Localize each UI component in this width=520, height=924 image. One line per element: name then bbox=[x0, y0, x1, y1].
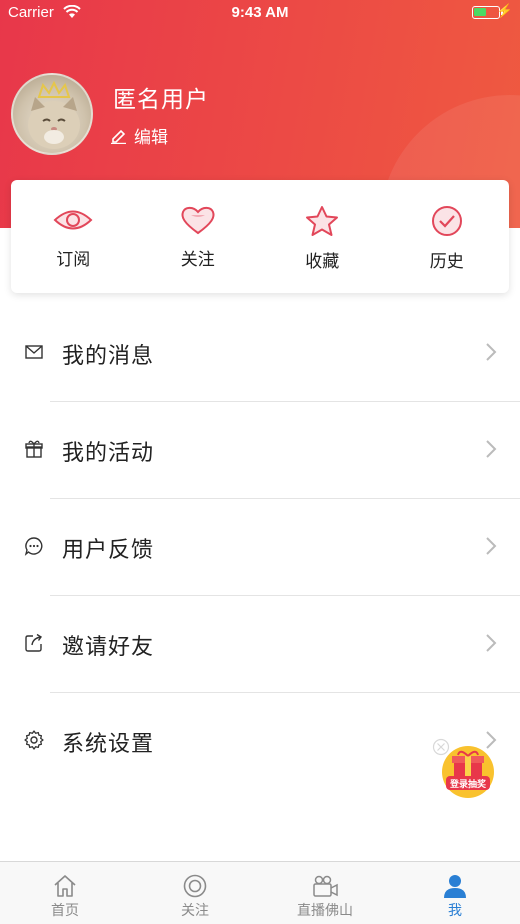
tab-label: 直播佛山 bbox=[297, 903, 353, 919]
menu-item-activities[interactable]: 我的活动 bbox=[0, 402, 520, 499]
cat-avatar-image bbox=[28, 80, 80, 149]
menu-item-label: 邀请好友 bbox=[62, 634, 155, 660]
menu-item-label: 我的活动 bbox=[62, 440, 155, 466]
tab-me[interactable]: 我 bbox=[390, 862, 520, 924]
tab-label: 我 bbox=[448, 903, 462, 919]
menu-item-label: 我的消息 bbox=[62, 343, 155, 369]
menu-item-messages[interactable]: 我的消息 bbox=[0, 305, 520, 402]
heart-icon bbox=[181, 206, 215, 235]
edit-profile-button[interactable]: 编辑 bbox=[110, 123, 168, 148]
chevron-right-icon bbox=[486, 634, 497, 652]
mail-icon bbox=[25, 345, 43, 359]
quick-action-favorites[interactable]: 收藏 bbox=[260, 180, 385, 293]
menu-item-label: 系统设置 bbox=[62, 731, 155, 757]
eye-icon bbox=[53, 210, 93, 230]
login-lottery-button[interactable]: 登录抽奖 bbox=[440, 744, 496, 800]
chevron-right-icon bbox=[486, 440, 497, 458]
tab-label: 关注 bbox=[181, 903, 209, 919]
quick-action-follow[interactable]: 关注 bbox=[136, 180, 261, 293]
quick-action-history[interactable]: 历史 bbox=[385, 180, 510, 293]
battery-icon bbox=[472, 6, 503, 19]
tab-bar: 首页 关注 直播佛山 我 bbox=[0, 861, 520, 924]
gift-box-icon bbox=[442, 746, 494, 798]
share-icon bbox=[25, 633, 43, 652]
home-icon bbox=[54, 875, 76, 897]
settings-menu: 我的消息 我的活动 用户反馈 邀请好友 系统设置 bbox=[0, 305, 520, 790]
charging-icon: ⚡ bbox=[496, 3, 513, 18]
gear-icon bbox=[24, 730, 44, 750]
pencil-icon bbox=[111, 129, 126, 144]
edit-label: 编辑 bbox=[134, 128, 168, 148]
menu-item-invite[interactable]: 邀请好友 bbox=[0, 596, 520, 693]
quick-action-label: 收藏 bbox=[305, 252, 340, 272]
star-icon bbox=[306, 206, 339, 236]
reward-label: 登录抽奖 bbox=[449, 780, 486, 790]
chevron-right-icon bbox=[486, 343, 497, 361]
username: 匿名用户 bbox=[113, 87, 209, 113]
video-camera-icon bbox=[313, 875, 338, 897]
quick-actions-card: 订阅 关注 收藏 历史 bbox=[11, 180, 509, 293]
check-circle-icon bbox=[431, 206, 462, 236]
chevron-right-icon bbox=[486, 537, 497, 555]
tab-live-foshan[interactable]: 直播佛山 bbox=[260, 862, 390, 924]
tab-home[interactable]: 首页 bbox=[0, 862, 130, 924]
tab-follow[interactable]: 关注 bbox=[130, 862, 260, 924]
menu-item-feedback[interactable]: 用户反馈 bbox=[0, 499, 520, 596]
quick-action-label: 历史 bbox=[429, 252, 464, 272]
quick-action-label: 订阅 bbox=[56, 250, 91, 270]
avatar[interactable] bbox=[11, 73, 93, 155]
gift-icon bbox=[25, 440, 43, 458]
quick-action-label: 关注 bbox=[180, 250, 215, 270]
chat-icon bbox=[24, 537, 43, 556]
clock: 9:43 AM bbox=[231, 4, 289, 21]
person-icon bbox=[444, 875, 466, 898]
quick-action-subscribe[interactable]: 订阅 bbox=[11, 180, 136, 293]
focus-icon bbox=[183, 874, 207, 898]
tab-label: 首页 bbox=[51, 903, 79, 919]
menu-item-label: 用户反馈 bbox=[62, 537, 155, 563]
status-bar: Carrier 9:43 AM ⚡ bbox=[0, 0, 520, 28]
